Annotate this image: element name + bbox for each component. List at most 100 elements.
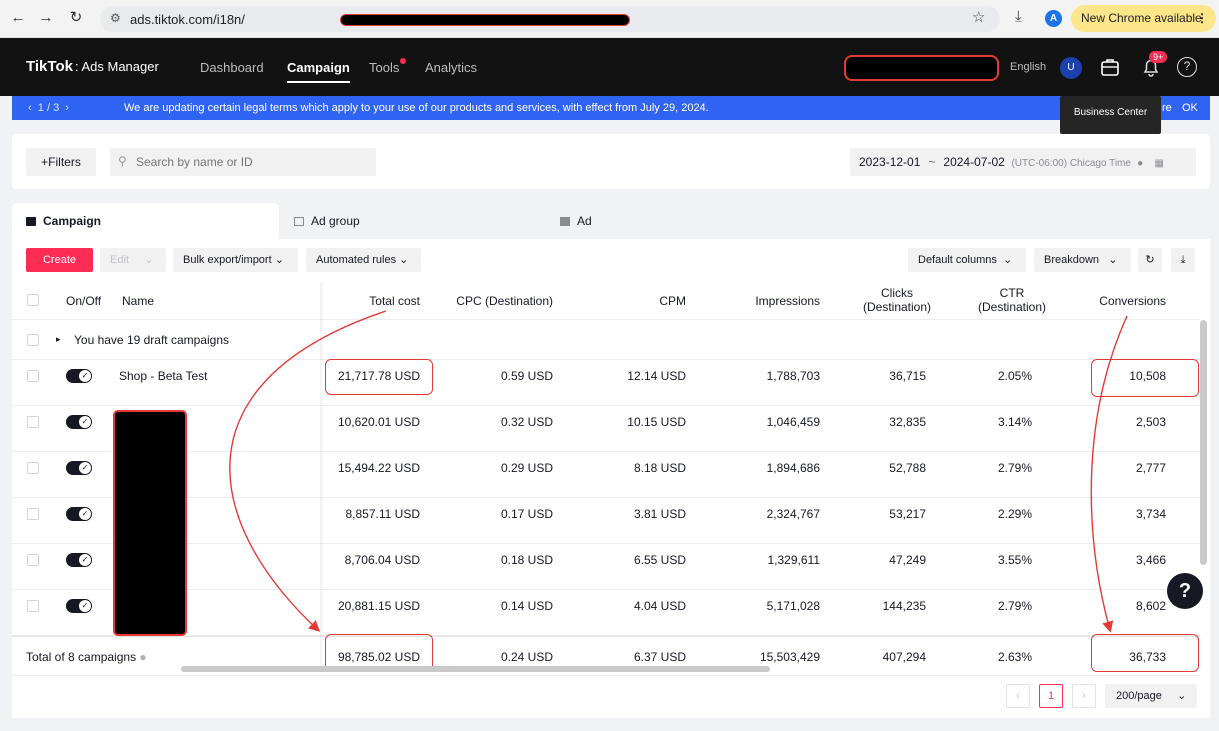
next-page-button[interactable]: › bbox=[1072, 684, 1096, 708]
expand-caret-icon[interactable]: ▸ bbox=[56, 334, 61, 345]
timezone-info-icon: ● bbox=[1134, 158, 1144, 169]
nav-campaign[interactable]: Campaign bbox=[287, 60, 350, 83]
chevron-down-icon: ⌄ bbox=[1177, 690, 1187, 702]
cell-impressions: 1,046,459 bbox=[766, 415, 820, 429]
tab-campaign[interactable]: Campaign bbox=[12, 203, 279, 239]
edit-dropdown[interactable]: Edit ⌄ bbox=[100, 248, 166, 272]
bookmark-star-icon[interactable]: ☆ bbox=[972, 8, 985, 26]
site-settings-icon[interactable]: ⚙ bbox=[110, 11, 121, 25]
row-checkbox[interactable] bbox=[27, 508, 39, 520]
chrome-update-label: New Chrome available bbox=[1081, 11, 1202, 25]
total-impressions: 15,503,429 bbox=[759, 650, 820, 664]
prev-page-button[interactable]: ‹ bbox=[1006, 684, 1030, 708]
info-icon[interactable]: ● bbox=[139, 650, 146, 664]
announcement-more-link[interactable]: re bbox=[1162, 102, 1172, 114]
header-name[interactable]: Name bbox=[122, 294, 154, 308]
business-center-icon[interactable] bbox=[1099, 56, 1121, 78]
cell-cpc: 0.18 USD bbox=[500, 553, 553, 567]
folder-icon bbox=[26, 217, 36, 226]
download-icon[interactable]: ⤓ bbox=[1015, 8, 1022, 25]
tab-campaign-label: Campaign bbox=[43, 214, 102, 228]
bulk-export-import-dropdown[interactable]: Bulk export/import ⌄ bbox=[173, 248, 298, 272]
date-end: 2024-07-02 bbox=[943, 155, 1005, 169]
tiktok-ads-logo[interactable]: TikTok: Ads Manager bbox=[26, 58, 159, 75]
highlight-shop-conversions bbox=[1091, 359, 1199, 397]
status-toggle[interactable] bbox=[66, 369, 92, 383]
back-icon[interactable]: ← bbox=[8, 8, 28, 28]
table-row[interactable]: 8,706.04 USD 0.18 USD 6.55 USD 1,329,611 47,… bbox=[12, 544, 1200, 590]
table-row[interactable]: 10,620.01 USD 0.32 USD 10.15 USD 1,046,459 3… bbox=[12, 406, 1200, 452]
chevron-down-icon: ⌄ bbox=[1108, 254, 1118, 266]
select-all-checkbox[interactable] bbox=[27, 294, 39, 306]
chrome-update-button[interactable]: New Chrome available ⋮ bbox=[1071, 5, 1216, 32]
total-clicks: 407,294 bbox=[882, 650, 926, 664]
table-row[interactable]: Shop - Beta Test21,717.78 USD0.59 USD12.… bbox=[12, 360, 1200, 406]
date-range-picker[interactable]: 2023-12-01 ~2024-07-02 (UTC-06:00) Chicag… bbox=[850, 148, 1196, 176]
tab-ad[interactable]: Ad bbox=[560, 203, 820, 239]
table-row[interactable]: 15,494.22 USD 0.29 USD 8.18 USD 1,894,686 52… bbox=[12, 452, 1200, 498]
status-toggle[interactable] bbox=[66, 599, 92, 613]
row-checkbox[interactable] bbox=[27, 600, 39, 612]
header-total-cost[interactable]: Total cost bbox=[272, 294, 420, 308]
row-checkbox[interactable] bbox=[27, 462, 39, 474]
header-cpm[interactable]: CPM bbox=[552, 294, 686, 308]
page-size-select[interactable]: 200/page ⌄ bbox=[1105, 684, 1197, 708]
page-size-label: 200/page bbox=[1116, 690, 1162, 702]
refresh-button[interactable]: ↻ bbox=[1138, 248, 1162, 272]
page-number-current[interactable]: 1 bbox=[1039, 684, 1063, 708]
create-button[interactable]: Create bbox=[26, 248, 93, 272]
cell-cpm: 10.15 USD bbox=[627, 415, 686, 429]
announcement-message: We are updating certain legal terms whic… bbox=[124, 102, 709, 114]
floating-help-button[interactable]: ? bbox=[1167, 573, 1203, 609]
status-toggle[interactable] bbox=[66, 461, 92, 475]
campaign-name[interactable]: Shop - Beta Test bbox=[119, 369, 208, 383]
help-icon[interactable]: ? bbox=[1177, 57, 1197, 77]
header-cpc[interactable]: CPC (Destination) bbox=[412, 294, 553, 308]
user-avatar[interactable]: U bbox=[1060, 57, 1082, 79]
browser-profile-avatar[interactable]: A bbox=[1045, 10, 1062, 27]
cell-clicks: 144,235 bbox=[882, 599, 926, 613]
cell-cpc: 0.59 USD bbox=[500, 369, 553, 383]
nav-tools[interactable]: Tools bbox=[369, 58, 407, 75]
export-button[interactable]: ⤓ bbox=[1171, 248, 1195, 272]
cell-clicks: 36,715 bbox=[889, 369, 926, 383]
reload-icon[interactable]: ↻ bbox=[66, 8, 86, 28]
search-input[interactable] bbox=[110, 148, 376, 176]
highlight-grand-total-conversions bbox=[1091, 634, 1199, 672]
cell-impressions: 1,894,686 bbox=[766, 461, 820, 475]
cell-cpc: 0.29 USD bbox=[500, 461, 553, 475]
header-conversions[interactable]: Conversions bbox=[1042, 294, 1166, 308]
row-checkbox[interactable] bbox=[27, 416, 39, 428]
draft-checkbox[interactable] bbox=[27, 334, 39, 346]
vertical-scrollbar[interactable] bbox=[1200, 320, 1207, 565]
forward-icon[interactable]: → bbox=[36, 8, 56, 28]
automated-rules-dropdown[interactable]: Automated rules ⌄ bbox=[306, 248, 421, 272]
header-impressions[interactable]: Impressions bbox=[682, 294, 820, 308]
cell-conversions: 3,466 bbox=[1135, 553, 1166, 567]
status-toggle[interactable] bbox=[66, 507, 92, 521]
default-columns-dropdown[interactable]: Default columns ⌄ bbox=[908, 248, 1026, 272]
horizontal-scrollbar[interactable] bbox=[181, 666, 770, 672]
date-start: 2023-12-01 bbox=[859, 155, 921, 169]
chrome-menu-icon[interactable]: ⋮ bbox=[1196, 5, 1208, 32]
status-toggle[interactable] bbox=[66, 415, 92, 429]
nav-tools-label: Tools bbox=[369, 60, 400, 75]
breakdown-dropdown[interactable]: Breakdown ⌄ bbox=[1034, 248, 1131, 272]
table-row[interactable]: 20,881.15 USD 0.14 USD 4.04 USD 5,171,028 14… bbox=[12, 590, 1200, 636]
row-checkbox[interactable] bbox=[27, 370, 39, 382]
announcement-pager[interactable]: ‹ 1 / 3 › bbox=[28, 102, 69, 114]
draft-campaigns-row[interactable]: ▸ You have 19 draft campaigns bbox=[12, 320, 1200, 360]
nav-analytics[interactable]: Analytics bbox=[425, 60, 477, 75]
tab-ad-group[interactable]: Ad group bbox=[294, 203, 554, 239]
announcement-ok-button[interactable]: OK bbox=[1182, 102, 1198, 114]
nav-dashboard[interactable]: Dashboard bbox=[200, 60, 264, 75]
address-bar[interactable]: ⚙ ads.tiktok.com/i18n/ bbox=[100, 6, 1000, 32]
language-selector[interactable]: English bbox=[1010, 61, 1046, 73]
cell-cpm: 4.04 USD bbox=[633, 599, 686, 613]
url-text: ads.tiktok.com/i18n/ bbox=[130, 12, 245, 27]
row-checkbox[interactable] bbox=[27, 554, 39, 566]
total-label-text: Total of 8 campaigns bbox=[26, 650, 137, 664]
table-row[interactable]: 8,857.11 USD 0.17 USD 3.81 USD 2,324,767 53,… bbox=[12, 498, 1200, 544]
status-toggle[interactable] bbox=[66, 553, 92, 567]
filters-button[interactable]: +Filters bbox=[26, 148, 96, 176]
